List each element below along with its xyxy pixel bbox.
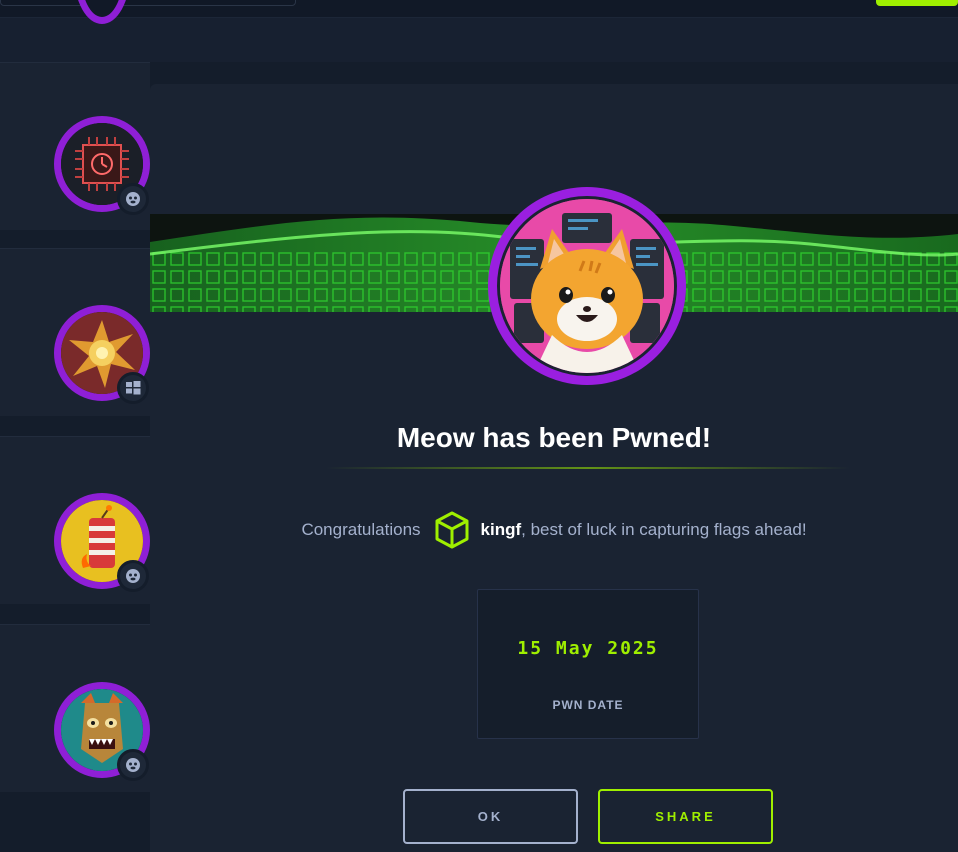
header-band — [0, 18, 958, 62]
linux-icon — [117, 183, 149, 215]
ok-button[interactable]: OK — [403, 789, 578, 844]
congrats-prefix: Congratulations — [301, 520, 421, 539]
share-button[interactable]: SHARE — [598, 789, 773, 844]
windows-icon — [117, 372, 149, 404]
linux-icon — [117, 749, 149, 781]
search-input[interactable] — [0, 0, 296, 6]
hexagon-cube-icon — [435, 511, 469, 549]
linux-icon — [117, 560, 149, 592]
top-navigation-bar — [0, 0, 958, 18]
pwn-date-label: PWN DATE — [552, 698, 624, 712]
username[interactable]: kingf — [481, 520, 522, 540]
cat-avatar — [488, 187, 686, 385]
congrats-message: Congratulations kingf , best of luck in … — [150, 510, 958, 550]
modal-title: Meow has been Pwned! — [396, 422, 712, 453]
pwn-date-card: 15 May 2025 PWN DATE — [477, 589, 699, 739]
top-action-button[interactable] — [876, 0, 958, 6]
pwned-modal: Meow has been Pwned! Congratulations kin… — [150, 84, 958, 852]
title-divider — [326, 467, 850, 469]
pwn-date-value: 15 May 2025 — [517, 638, 659, 659]
congrats-suffix: , best of luck in capturing flags ahead! — [521, 520, 807, 539]
